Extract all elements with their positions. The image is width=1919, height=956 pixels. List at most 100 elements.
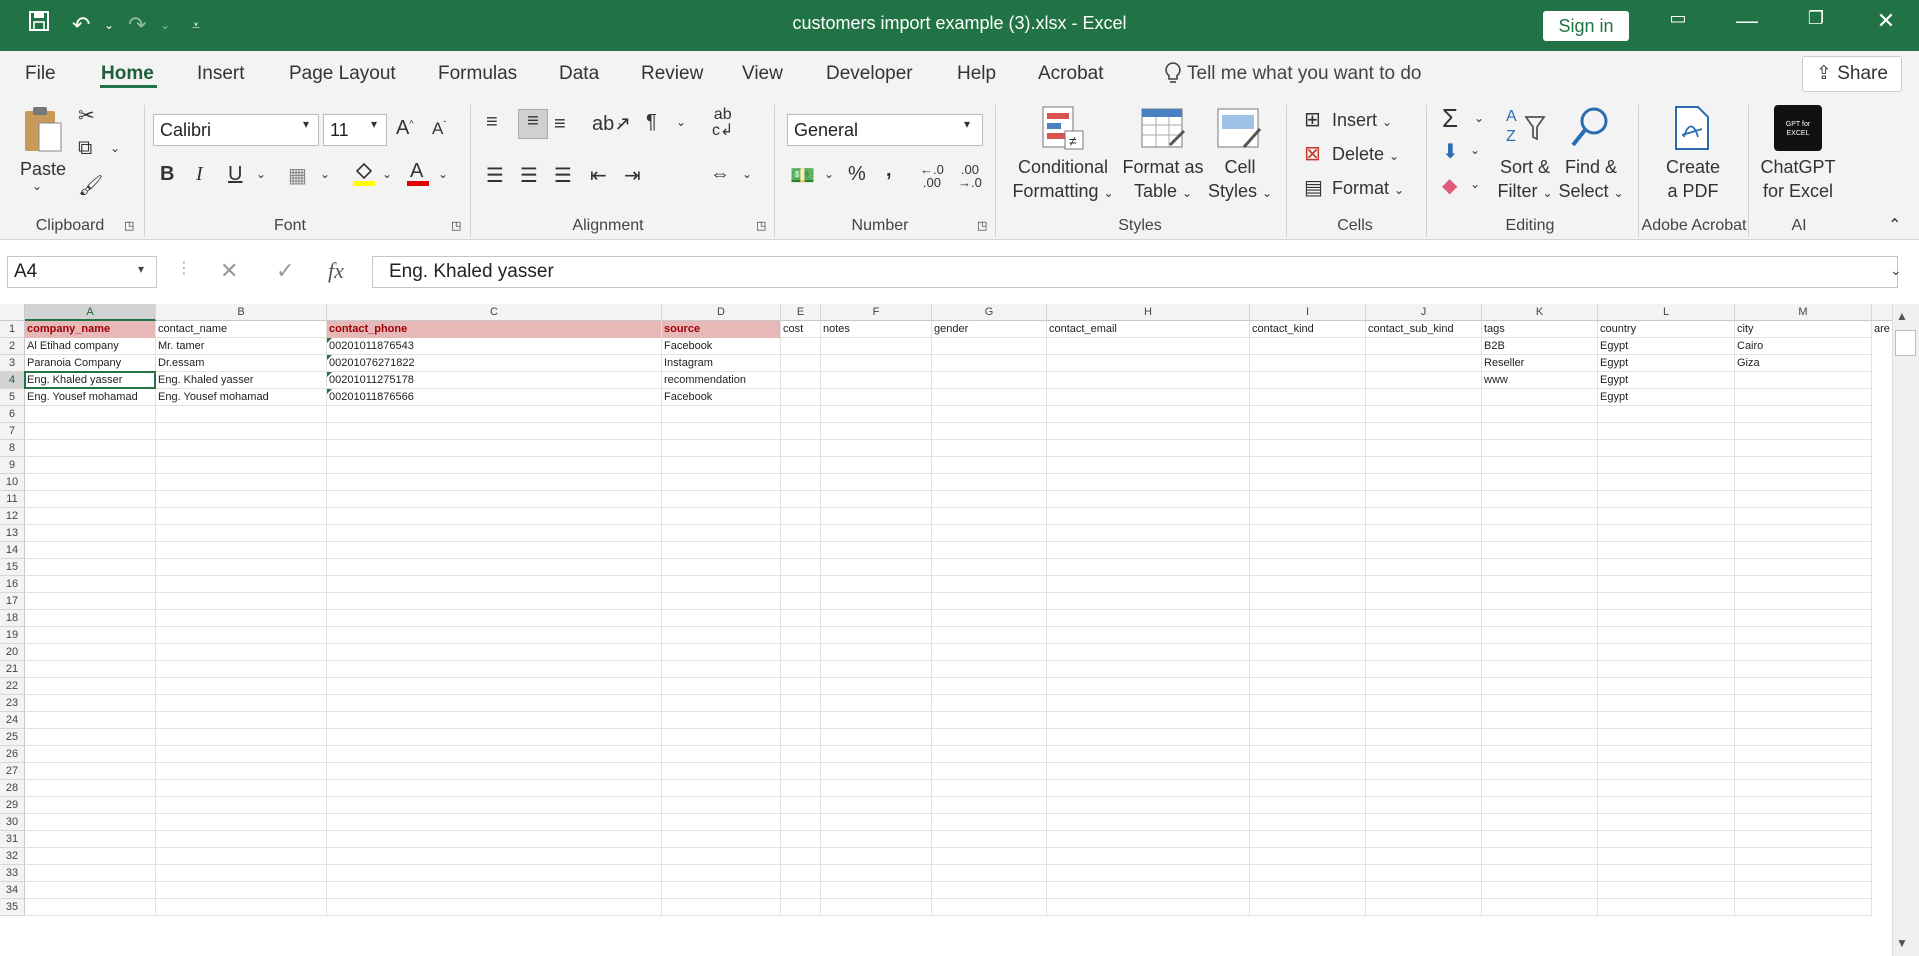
header-cell[interactable]: contact_email [1047, 321, 1249, 338]
row-header[interactable]: 12 [0, 508, 25, 525]
row-header[interactable]: 28 [0, 780, 25, 797]
row-header[interactable]: 7 [0, 423, 25, 440]
accounting-dropdown-icon[interactable]: ⌄ [824, 167, 834, 181]
format-painter-icon[interactable]: 🖌 [78, 173, 103, 198]
row-header[interactable]: 32 [0, 848, 25, 865]
data-cell[interactable]: B2B [1482, 338, 1597, 355]
find-select-icon[interactable] [1568, 105, 1612, 156]
data-cell[interactable]: 00201011876566 [327, 389, 661, 406]
row-header[interactable]: 8 [0, 440, 25, 457]
tab-formulas[interactable]: Formulas [438, 63, 517, 85]
tab-help[interactable]: Help [957, 63, 996, 85]
column-header-h[interactable]: H [1047, 304, 1250, 321]
data-cell[interactable]: www [1482, 372, 1597, 389]
sign-in-button[interactable]: Sign in [1543, 11, 1629, 41]
chatgpt-logo-icon[interactable]: GPT for EXCEL [1774, 105, 1822, 151]
align-right-icon[interactable]: ☰ [554, 163, 572, 188]
column-header-c[interactable]: C [327, 304, 662, 321]
enter-icon[interactable]: ✓ [276, 258, 294, 284]
header-cell[interactable]: contact_phone [327, 321, 661, 338]
header-cell[interactable]: cost [781, 321, 820, 338]
expand-formula-bar-icon[interactable]: ⌄ [1890, 262, 1902, 279]
column-header-k[interactable]: K [1482, 304, 1598, 321]
font-color-dropdown-icon[interactable]: ⌄ [438, 167, 448, 181]
row-header[interactable]: 10 [0, 474, 25, 491]
tab-page-layout[interactable]: Page Layout [289, 63, 396, 85]
row-header[interactable]: 23 [0, 695, 25, 712]
copy-dropdown-icon[interactable]: ⌄ [110, 141, 120, 155]
row-header[interactable]: 29 [0, 797, 25, 814]
row-header[interactable]: 33 [0, 865, 25, 882]
data-cell[interactable]: Egypt [1598, 372, 1734, 389]
fill-icon[interactable]: ⬇ [1442, 139, 1459, 164]
chatgpt-label[interactable]: ChatGPT for Excel [1754, 155, 1842, 203]
font-size-dropdown-icon[interactable]: ▾ [371, 117, 377, 131]
create-pdf-icon[interactable] [1672, 105, 1712, 158]
header-cell[interactable]: are [1872, 321, 1892, 338]
italic-icon[interactable]: I [196, 163, 203, 186]
data-cell[interactable]: Giza [1735, 355, 1871, 372]
column-header-b[interactable]: B [156, 304, 327, 321]
tab-file[interactable]: File [25, 63, 56, 85]
font-name-select[interactable]: Calibri [153, 114, 319, 146]
column-header-g[interactable]: G [932, 304, 1047, 321]
minimize-icon[interactable]: — [1727, 8, 1767, 34]
data-cell[interactable]: 00201011876543 [327, 338, 661, 355]
copy-icon[interactable]: ⧉ [78, 137, 92, 160]
number-format-select[interactable]: General [787, 114, 983, 146]
decrease-decimal-icon[interactable]: .00 →.0 [958, 163, 982, 189]
header-cell[interactable]: contact_name [156, 321, 326, 338]
merge-center-icon[interactable]: ⇔ [710, 163, 730, 186]
data-cell[interactable]: Reseller [1482, 355, 1597, 372]
decrease-indent-icon[interactable]: ⇤ [590, 163, 607, 188]
format-as-table-label[interactable]: Format as Table ⌄ [1118, 155, 1208, 205]
data-cell[interactable]: recommendation [662, 372, 780, 389]
data-cell[interactable]: Eng. Khaled yasser [156, 372, 326, 389]
tab-data[interactable]: Data [559, 63, 599, 85]
row-header[interactable]: 30 [0, 814, 25, 831]
font-color-icon[interactable]: A [406, 159, 430, 193]
header-cell[interactable]: notes [821, 321, 931, 338]
increase-font-size-icon[interactable]: A^ [396, 117, 414, 140]
collapse-ribbon-icon[interactable]: ⌃ [1888, 215, 1901, 235]
row-header[interactable]: 1 [0, 321, 25, 338]
align-left-icon[interactable]: ☰ [486, 163, 504, 188]
delete-cells-button[interactable]: Delete ⌄ [1332, 142, 1399, 168]
align-center-icon[interactable]: ☰ [520, 163, 538, 188]
row-header[interactable]: 14 [0, 542, 25, 559]
paste-dropdown-icon[interactable]: ⌄ [32, 179, 42, 193]
scroll-thumb[interactable] [1895, 330, 1916, 356]
fill-color-dropdown-icon[interactable]: ⌄ [382, 167, 392, 181]
cut-icon[interactable]: ✂ [78, 103, 95, 128]
row-header[interactable]: 21 [0, 661, 25, 678]
data-cell[interactable]: Facebook [662, 389, 780, 406]
formula-input[interactable]: Eng. Khaled yasser [372, 256, 1898, 288]
clear-dropdown-icon[interactable]: ⌄ [1470, 177, 1480, 191]
percent-style-icon[interactable]: % [848, 163, 866, 186]
font-size-select[interactable]: 11 [323, 114, 387, 146]
row-header[interactable]: 2 [0, 338, 25, 355]
header-cell[interactable]: company_name [25, 321, 155, 338]
header-cell[interactable]: contact_kind [1250, 321, 1365, 338]
header-cell[interactable]: source [662, 321, 780, 338]
close-icon[interactable]: ✕ [1866, 8, 1906, 34]
column-header-f[interactable]: F [821, 304, 932, 321]
column-header-m[interactable]: M [1735, 304, 1872, 321]
tab-home[interactable]: Home [101, 63, 154, 85]
tell-me-search[interactable]: Tell me what you want to do [1187, 63, 1421, 85]
header-cell[interactable]: tags [1482, 321, 1597, 338]
row-header[interactable]: 22 [0, 678, 25, 695]
format-cells-icon[interactable]: ▤ [1304, 175, 1323, 200]
column-header-a[interactable]: A [25, 304, 156, 321]
bold-icon[interactable]: B [160, 163, 174, 186]
text-direction-icon[interactable]: ¶ [646, 111, 657, 134]
data-cell[interactable]: Mr. tamer [156, 338, 326, 355]
autosum-dropdown-icon[interactable]: ⌄ [1474, 111, 1484, 125]
insert-cells-icon[interactable]: ⊞ [1304, 107, 1321, 132]
column-header-e[interactable]: E [781, 304, 821, 321]
column-header-l[interactable]: L [1598, 304, 1735, 321]
row-header[interactable]: 24 [0, 712, 25, 729]
fill-dropdown-icon[interactable]: ⌄ [1470, 143, 1480, 157]
data-cell[interactable]: Egypt [1598, 355, 1734, 372]
row-header[interactable]: 34 [0, 882, 25, 899]
